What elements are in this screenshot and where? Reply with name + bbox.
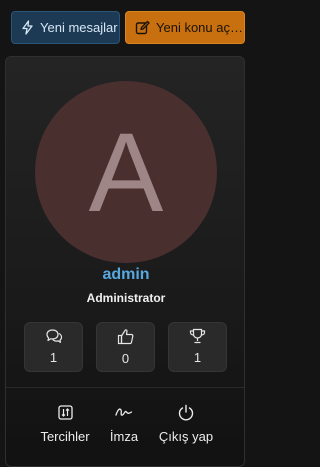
power-icon bbox=[178, 404, 194, 421]
preferences-label: Tercihler bbox=[40, 429, 90, 444]
new-messages-label: Yeni mesajlar bbox=[40, 20, 118, 35]
user-role: Administrator bbox=[86, 291, 166, 305]
thumbs-up-icon bbox=[117, 329, 134, 345]
stat-trophies[interactable]: 1 bbox=[168, 322, 227, 372]
trophy-icon bbox=[189, 328, 206, 344]
stat-trophies-value: 1 bbox=[193, 350, 202, 365]
stat-messages[interactable]: 1 bbox=[24, 322, 83, 372]
logout-label: Çıkış yap bbox=[158, 429, 214, 444]
top-action-bar: Yeni mesajlar Yeni konu aç… bbox=[0, 0, 250, 52]
user-profile-card: A admin Administrator 1 0 1 Tercihler İm… bbox=[5, 56, 245, 467]
avatar[interactable]: A bbox=[35, 81, 217, 263]
new-topic-label: Yeni konu aç… bbox=[156, 20, 243, 35]
logout-link[interactable]: Çıkış yap bbox=[154, 403, 218, 444]
messages-icon bbox=[45, 329, 62, 343]
stat-reactions[interactable]: 0 bbox=[96, 322, 155, 372]
stat-messages-value: 1 bbox=[49, 350, 58, 365]
avatar-letter: A bbox=[88, 110, 164, 235]
signature-label: İmza bbox=[109, 429, 139, 444]
edit-icon bbox=[135, 20, 150, 35]
new-topic-button[interactable]: Yeni konu aç… bbox=[125, 11, 245, 44]
preferences-icon bbox=[57, 404, 73, 420]
username[interactable]: admin bbox=[6, 266, 246, 284]
signature-link[interactable]: İmza bbox=[104, 403, 144, 444]
lightning-icon bbox=[22, 20, 33, 35]
preferences-link[interactable]: Tercihler bbox=[36, 403, 94, 444]
card-divider bbox=[6, 387, 244, 388]
signature-icon bbox=[115, 408, 133, 416]
new-messages-button[interactable]: Yeni mesajlar bbox=[11, 11, 120, 44]
stat-reactions-value: 0 bbox=[121, 351, 130, 366]
